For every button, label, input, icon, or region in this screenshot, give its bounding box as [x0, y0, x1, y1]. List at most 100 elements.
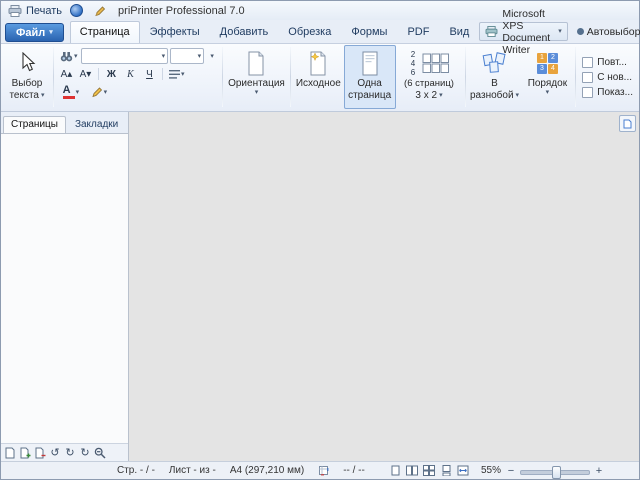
tab-insert[interactable]: Добавить	[210, 21, 279, 43]
multi-line2: 3 x 2	[415, 90, 437, 101]
zoom-in-button[interactable]: +	[593, 465, 605, 477]
multi-page-button[interactable]: 2 4 6 (6 страниц) 3 x 2▾	[396, 45, 463, 109]
underline-button[interactable]: Ч	[141, 66, 158, 82]
font-more-button[interactable]: ▾	[206, 48, 218, 64]
zoom-slider-thumb[interactable]	[552, 466, 561, 479]
sidebar-tab-bookmarks[interactable]: Закладки	[67, 116, 126, 133]
binoculars-icon	[60, 51, 73, 62]
chevron-down-icon: ▾	[74, 53, 78, 60]
sidebar-tab-pages[interactable]: Страницы	[3, 116, 66, 133]
view-grid-button[interactable]	[422, 464, 437, 478]
tab-crop[interactable]: Обрезка	[278, 21, 341, 43]
tab-page[interactable]: Страница	[70, 21, 140, 43]
view-facing-pages-button[interactable]	[405, 464, 420, 478]
find-button[interactable]: ▾	[58, 48, 80, 64]
refresh-button[interactable]: ↻	[78, 446, 92, 460]
sidebar-tabs: Страницы Закладки	[1, 112, 128, 133]
checkbox-from-new[interactable]: С нов...	[582, 72, 633, 83]
preset-4-pages[interactable]: 4	[408, 59, 418, 68]
print-label: Печать	[26, 5, 62, 17]
shrink-font-button[interactable]: А▾	[77, 66, 94, 82]
one-page-line2: страница	[348, 90, 391, 101]
checkbox-repeat-label: Повт...	[597, 57, 627, 68]
checkbox-show[interactable]: Показ...	[582, 87, 633, 98]
checkbox-show-label: Показ...	[597, 87, 633, 98]
sphere-icon	[70, 4, 83, 17]
add-page-button[interactable]	[18, 446, 32, 460]
select-text-button[interactable]: Выбор текста▾	[3, 45, 51, 109]
file-label: Файл	[16, 27, 45, 39]
font-row-2: А▴ А▾ Ж К Ч ▾	[58, 66, 218, 82]
group-separator	[575, 47, 576, 107]
checkbox-icon	[582, 87, 593, 98]
status-sheet: Лист - из -	[169, 465, 216, 476]
tab-effects[interactable]: Эффекты	[140, 21, 210, 43]
tab-pdf[interactable]: PDF	[397, 21, 439, 43]
font-size-combo[interactable]: ▾	[170, 48, 204, 64]
edit-button[interactable]	[91, 3, 108, 19]
page-portrait-icon	[246, 49, 266, 77]
statusbar: Стр. - / - Лист - из - A4 (297,210 мм) -…	[1, 461, 639, 479]
tab-forms[interactable]: Формы	[341, 21, 397, 43]
small-page-icon	[623, 119, 632, 129]
view-mode-buttons	[388, 464, 471, 478]
print-button[interactable]: Печать	[8, 5, 62, 17]
highlight-pen-button[interactable]: ▾	[86, 84, 112, 100]
paragraph-options-button[interactable]: ▾	[167, 66, 187, 82]
file-menu-button[interactable]: Файл ▾	[5, 23, 64, 42]
one-page-icon	[360, 49, 380, 77]
view-fit-width-button[interactable]	[456, 464, 471, 478]
grid-3x2-icon	[422, 53, 450, 74]
cursor-arrow-icon	[18, 49, 36, 77]
orientation-button[interactable]: Ориентация ▾	[225, 45, 288, 109]
chevron-down-icon: ▾	[210, 53, 214, 60]
font-family-combo[interactable]: ▾	[81, 48, 168, 64]
page-plus-icon	[20, 447, 31, 459]
original-page-icon	[308, 49, 328, 77]
main-body: Страницы Закладки ↺ ↻ ↻	[1, 112, 639, 461]
chevron-down-icon: ▾	[49, 29, 53, 36]
preset-2-pages[interactable]: 2	[408, 50, 418, 59]
tab-view[interactable]: Вид	[439, 21, 479, 43]
one-page-button[interactable]: Одна страница	[344, 45, 396, 109]
autoselect-icon	[577, 28, 584, 35]
chevron-down-icon: ▾	[76, 89, 80, 96]
font-row-3: А ▾ ▾	[58, 84, 218, 100]
chevron-down-icon: ▾	[558, 28, 562, 35]
preview-layout-button[interactable]	[619, 115, 636, 132]
grow-font-button[interactable]: А▴	[58, 66, 75, 82]
new-page-button[interactable]	[3, 446, 17, 460]
italic-button[interactable]: К	[122, 66, 139, 82]
status-paper-size: A4 (297,210 мм)	[230, 465, 304, 476]
sidebar-toolbar: ↺ ↻ ↻	[1, 443, 128, 461]
preview-area[interactable]	[129, 112, 639, 461]
checkbox-from-new-label: С нов...	[597, 72, 632, 83]
view-continuous-button[interactable]	[439, 464, 454, 478]
view-single-page-button[interactable]	[388, 464, 403, 478]
original-view-button[interactable]: Исходное	[293, 45, 344, 109]
list-lines-icon	[169, 70, 180, 79]
checkbox-icon	[582, 72, 593, 83]
zoom-out-button[interactable]: −	[505, 465, 517, 477]
checkbox-repeat[interactable]: Повт...	[582, 57, 633, 68]
page-setup-icon[interactable]	[318, 465, 329, 476]
rotate-right-button[interactable]: ↻	[63, 446, 77, 460]
printer-icon	[485, 26, 498, 37]
preset-6-pages[interactable]: 6	[408, 68, 418, 77]
chevron-down-icon: ▾	[198, 53, 202, 60]
bold-button[interactable]: Ж	[103, 66, 120, 82]
theme-sphere-button[interactable]	[68, 3, 85, 19]
chevron-down-icon: ▾	[162, 53, 166, 60]
font-color-button[interactable]: А ▾	[58, 84, 84, 100]
font-row-1: ▾ ▾ ▾ ▾	[58, 48, 218, 64]
zoom-slider[interactable]	[520, 465, 590, 477]
printer-select[interactable]: Microsoft XPS Document Writer ▾	[479, 22, 567, 41]
rotate-left-button[interactable]: ↺	[48, 446, 62, 460]
delete-page-button[interactable]	[33, 446, 47, 460]
zoom-out-pages-button[interactable]	[93, 446, 107, 460]
autoselect-dropdown[interactable]: Автовыбор ▾	[573, 23, 640, 40]
mini-separator	[162, 68, 163, 80]
shuffle-line1: В	[491, 78, 498, 89]
group-separator	[290, 47, 291, 107]
chevron-down-icon: ▾	[104, 89, 108, 96]
